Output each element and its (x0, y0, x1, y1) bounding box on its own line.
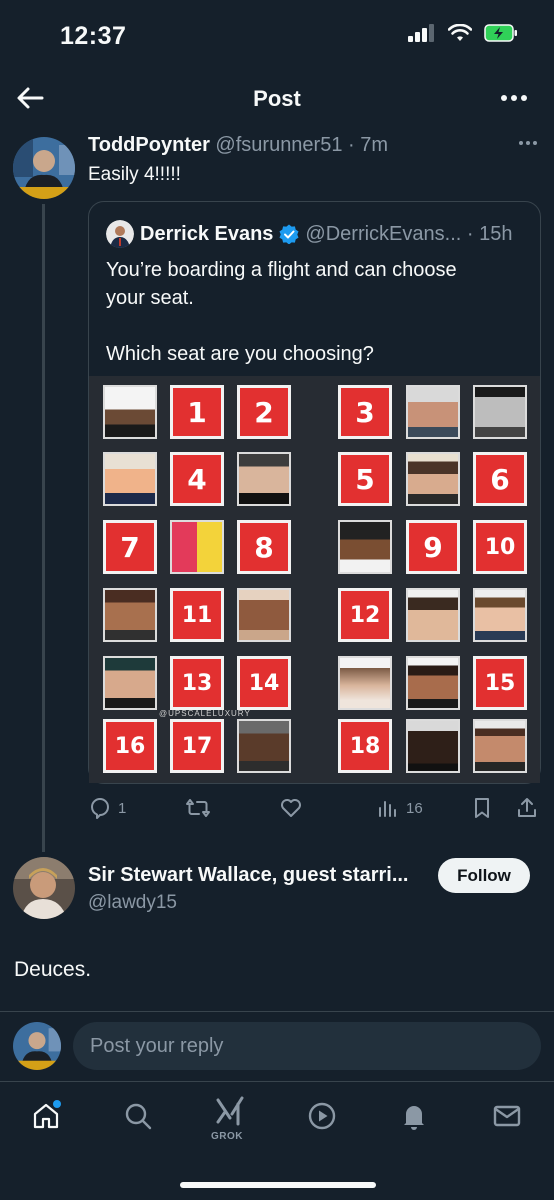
seat-7: 7 (103, 520, 157, 574)
face-photo (103, 452, 157, 506)
tab-home[interactable] (26, 1096, 66, 1136)
divider (0, 1011, 554, 1012)
seat-8: 8 (237, 520, 291, 574)
image-watermark: @UPSCALELUXURY (159, 709, 251, 718)
seat-3: 3 (338, 385, 392, 439)
tab-grok[interactable] (210, 1090, 250, 1130)
face-photo (237, 719, 291, 773)
thread-line (42, 204, 45, 852)
signal-icon (408, 24, 434, 42)
seat-2: 2 (237, 385, 291, 439)
seat-5: 5 (338, 452, 392, 506)
face-photo (338, 656, 392, 710)
face-photo (103, 588, 157, 642)
quoted-text: You’re boarding a flight and can choose … (106, 256, 526, 368)
home-indicator (180, 1182, 376, 1188)
home-icon (33, 1100, 61, 1129)
follow-button[interactable]: Follow (438, 858, 530, 893)
quoted-text-line-2: your seat. (106, 287, 194, 309)
reply-action[interactable]: 1 (88, 796, 126, 820)
tab-messages[interactable] (487, 1096, 527, 1136)
search-icon (125, 1103, 152, 1130)
views-count: 16 (406, 799, 423, 817)
quoted-author-row: Derrick Evans @DerrickEvans... · 15h (106, 220, 512, 248)
face-photo (103, 385, 157, 439)
seat-6: 6 (473, 452, 527, 506)
face-photo (237, 588, 291, 642)
share-icon (518, 798, 536, 817)
face-photo (406, 385, 460, 439)
face-photo (473, 719, 527, 773)
seat-1: 1 (170, 385, 224, 439)
mail-icon (493, 1105, 521, 1127)
avatar-lawdy15[interactable] (13, 857, 75, 919)
like-action[interactable] (279, 796, 303, 820)
reply-text: Deuces. (14, 958, 92, 981)
my-avatar (13, 1022, 61, 1070)
wifi-icon (448, 24, 472, 41)
heart-icon (281, 799, 301, 817)
face-photo (103, 656, 157, 710)
quoted-author-name: Derrick Evans (140, 222, 274, 245)
status-icons (408, 24, 518, 42)
seat-12: 12 (338, 588, 392, 642)
reply-author-handle[interactable]: @lawdy15 (88, 892, 177, 914)
tab-search[interactable] (118, 1096, 158, 1136)
face-photo (406, 588, 460, 642)
quoted-handle-time: @DerrickEvans... · 15h (305, 222, 513, 245)
more-options-icon[interactable] (498, 84, 530, 112)
tab-notifications[interactable] (394, 1096, 434, 1136)
views-action[interactable]: 16 (376, 796, 423, 820)
share-action[interactable] (515, 796, 539, 820)
avatar-toddpoynter[interactable] (13, 137, 75, 199)
face-photo (406, 452, 460, 506)
quoted-text-line-3: Which seat are you choosing? (106, 343, 374, 365)
face-photo (237, 452, 291, 506)
repost-icon (186, 799, 210, 817)
seat-9: 9 (406, 520, 460, 574)
face-photo (338, 520, 392, 574)
face-photo (406, 656, 460, 710)
status-time: 12:37 (60, 22, 127, 50)
seat-15: 15 (473, 656, 527, 710)
grok-icon (216, 1096, 244, 1126)
grok-label: GROK (211, 1131, 243, 1142)
reply-input[interactable] (73, 1022, 541, 1070)
seat-13: 13 (170, 656, 224, 710)
author-name[interactable]: ToddPoynter (88, 134, 210, 156)
quoted-avatar (106, 220, 134, 248)
seat-11: 11 (170, 588, 224, 642)
author-handle-time: @fsurunner51 · 7m (215, 134, 389, 156)
seat-18: 18 (338, 719, 392, 773)
reply-count: 1 (118, 799, 127, 817)
face-photo (473, 385, 527, 439)
page-title: Post (253, 86, 301, 111)
bookmark-icon (475, 798, 489, 818)
seat-17: 17 (170, 719, 224, 773)
face-photo (406, 719, 460, 773)
quoted-text-line-1: You’re boarding a flight and can choose (106, 259, 457, 281)
seat-4: 4 (170, 452, 224, 506)
play-icon (308, 1102, 336, 1130)
reply-icon (90, 798, 109, 819)
face-photo (170, 520, 224, 574)
reply-author-name[interactable]: Sir Stewart Wallace, guest starri... (88, 864, 409, 887)
post-more-icon[interactable] (517, 136, 539, 150)
battery-charging-icon (484, 24, 517, 42)
bell-icon (404, 1106, 424, 1130)
seat-14: 14 (237, 656, 291, 710)
divider (0, 1081, 554, 1082)
seat-chart-image[interactable]: 1 2 3 4 5 6 7 8 9 10 11 12 13 14 15 16 1… (89, 376, 540, 783)
views-icon (379, 801, 396, 817)
repost-action[interactable] (185, 796, 211, 820)
face-photo (473, 588, 527, 642)
post-author-row[interactable]: ToddPoynter @fsurunner51 · 7m (88, 134, 388, 157)
bookmark-action[interactable] (471, 796, 493, 820)
seat-10: 10 (473, 520, 527, 574)
post-text: Easily 4!!!!! (88, 164, 181, 185)
tab-video[interactable] (302, 1096, 342, 1136)
seat-16: 16 (103, 719, 157, 773)
verified-badge-icon (279, 224, 299, 244)
